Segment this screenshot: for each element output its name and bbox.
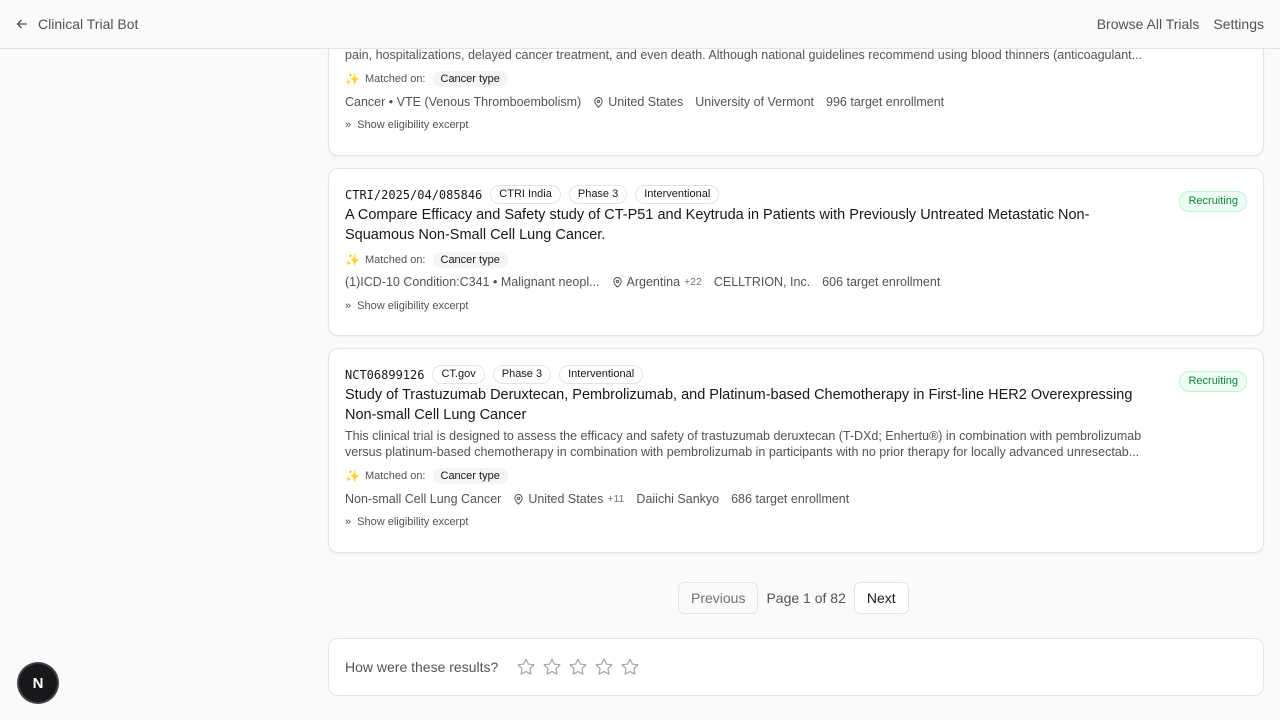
- trial-description: pain, hospitalizations, delayed cancer t…: [345, 48, 1143, 62]
- map-pin-icon: [612, 276, 622, 288]
- trial-description-line-2: versus platinum-based chemotherapy in co…: [345, 445, 1140, 459]
- sparkle-icon: ✨: [345, 72, 360, 86]
- trial-sponsor: CELLTRION, Inc.: [713, 275, 811, 289]
- trial-enrollment: 686 target enrollment: [731, 492, 850, 506]
- top-nav: Browse All Trials Settings: [1097, 16, 1264, 32]
- trial-meta: Cancer • VTE (Venous Thromboembolism) Un…: [345, 95, 944, 109]
- top-bar: Clinical Trial Bot Browse All Trials Set…: [0, 0, 1280, 49]
- trial-card[interactable]: CTRI/2025/04/085846 CTRI India Phase 3 I…: [328, 168, 1264, 336]
- location-more: +11: [607, 493, 625, 505]
- feedback-panel: How were these results?: [328, 638, 1264, 696]
- trial-condition: Non-small Cell Lung Cancer: [345, 492, 502, 506]
- type-badge: Interventional: [559, 365, 644, 384]
- trial-id-row: CTRI/2025/04/085846 CTRI India Phase 3 I…: [345, 185, 720, 204]
- status-badge: Recruiting: [1179, 371, 1247, 392]
- trial-description: This clinical trial is designed to asses…: [345, 429, 1142, 443]
- trial-sponsor: Daiichi Sankyo: [636, 492, 720, 506]
- show-eligibility-button[interactable]: » Show eligibility excerpt: [345, 516, 468, 528]
- matched-label: Matched on:: [364, 254, 426, 266]
- trial-id-row: NCT06899126 CT.gov Phase 3 Interventiona…: [345, 365, 644, 384]
- matched-label: Matched on:: [364, 73, 426, 85]
- pagination: Previous Page 1 of 82 Next: [678, 582, 909, 614]
- back-link[interactable]: Clinical Trial Bot: [16, 16, 138, 32]
- previous-button[interactable]: Previous: [678, 582, 759, 614]
- eligibility-label: Show eligibility excerpt: [357, 119, 469, 131]
- location-name: United States: [608, 95, 684, 109]
- nav-browse-all-trials[interactable]: Browse All Trials: [1097, 16, 1200, 32]
- trial-location: United States +11: [513, 492, 624, 506]
- chevrons-right-icon: »: [345, 119, 352, 131]
- sparkle-icon: ✨: [345, 469, 360, 483]
- trial-sponsor: University of Vermont: [695, 95, 815, 109]
- map-pin-icon: [514, 493, 523, 505]
- trial-condition: (1)ICD-10 Condition:C341 • Malignant neo…: [345, 275, 600, 289]
- trial-title[interactable]: Study of Trastuzumab Deruxtecan, Pembrol…: [345, 386, 1155, 425]
- show-eligibility-button[interactable]: » Show eligibility excerpt: [345, 119, 468, 131]
- star-icon[interactable]: [516, 657, 536, 677]
- registry-badge: CTRI India: [490, 185, 561, 204]
- trial-meta: (1)ICD-10 Condition:C341 • Malignant neo…: [345, 275, 940, 289]
- matched-on: ✨ Matched on: Cancer type: [345, 252, 508, 268]
- status-badge: Recruiting: [1179, 191, 1247, 212]
- trial-title[interactable]: A Compare Efficacy and Safety study of C…: [345, 206, 1135, 245]
- feedback-question: How were these results?: [345, 659, 499, 675]
- star-icon[interactable]: [568, 657, 588, 677]
- chevrons-right-icon: »: [345, 516, 352, 528]
- matched-tag: Cancer type: [432, 252, 508, 268]
- nav-settings[interactable]: Settings: [1213, 16, 1264, 32]
- trial-condition: Cancer • VTE (Venous Thromboembolism): [345, 95, 582, 109]
- eligibility-label: Show eligibility excerpt: [357, 300, 469, 312]
- eligibility-label: Show eligibility excerpt: [357, 516, 469, 528]
- trial-location: Argentina +22: [612, 275, 702, 289]
- trial-location: United States: [593, 95, 683, 109]
- star-icon[interactable]: [542, 657, 562, 677]
- type-badge: Interventional: [635, 185, 720, 204]
- trial-id: CTRI/2025/04/085846: [345, 187, 483, 202]
- star-icon[interactable]: [594, 657, 614, 677]
- matched-label: Matched on:: [364, 470, 426, 482]
- trial-id: NCT06899126: [345, 367, 425, 382]
- trial-meta: Non-small Cell Lung Cancer United States…: [345, 492, 849, 506]
- arrow-left-icon: [16, 19, 27, 29]
- back-link-label: Clinical Trial Bot: [38, 16, 139, 32]
- trial-enrollment: 996 target enrollment: [826, 95, 945, 109]
- matched-tag: Cancer type: [432, 71, 508, 87]
- page-info: Page 1 of 82: [766, 590, 846, 606]
- registry-badge: CT.gov: [432, 365, 485, 384]
- next-button[interactable]: Next: [853, 582, 909, 614]
- star-icon[interactable]: [620, 657, 640, 677]
- phase-badge: Phase 3: [492, 365, 552, 384]
- map-pin-icon: [594, 96, 603, 108]
- show-eligibility-button[interactable]: » Show eligibility excerpt: [345, 300, 468, 312]
- star-rating: [516, 657, 640, 677]
- chevrons-right-icon: »: [345, 300, 352, 312]
- sparkle-icon: ✨: [345, 253, 360, 267]
- matched-on: ✨ Matched on: Cancer type: [345, 71, 508, 87]
- matched-tag: Cancer type: [432, 468, 508, 484]
- location-more: +22: [684, 276, 702, 288]
- trial-enrollment: 606 target enrollment: [822, 275, 941, 289]
- trial-card[interactable]: NCT06899126 CT.gov Phase 3 Interventiona…: [328, 348, 1264, 553]
- phase-badge: Phase 3: [568, 185, 628, 204]
- location-name: United States: [528, 492, 604, 506]
- location-name: Argentina: [626, 275, 681, 289]
- matched-on: ✨ Matched on: Cancer type: [345, 468, 508, 484]
- dev-tools-badge[interactable]: N: [19, 664, 57, 702]
